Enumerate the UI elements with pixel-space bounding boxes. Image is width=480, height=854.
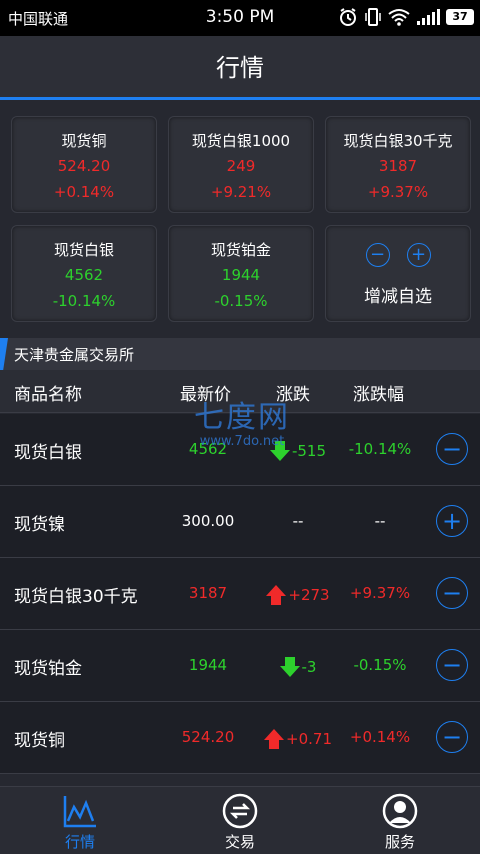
row-pct: -0.15%	[353, 656, 407, 674]
tab-service[interactable]: 服务	[320, 787, 480, 854]
table-row[interactable]: 现货铂金 1944 -3 -0.15% −	[0, 630, 480, 702]
exchange-name: 天津贵金属交易所	[14, 346, 135, 364]
row-change: -3	[262, 656, 334, 678]
card-pct: -0.15%	[214, 292, 268, 310]
row-name: 现货镍	[14, 515, 65, 535]
row-pct: -10.14%	[348, 440, 412, 458]
battery-icon: 37	[446, 9, 474, 25]
arrow-up-icon	[266, 585, 287, 605]
row-change: -515	[262, 440, 334, 462]
row-change-value: +273	[288, 586, 330, 604]
row-name: 现货铜	[14, 731, 65, 751]
row-price: 3187	[188, 584, 228, 602]
row-pct: +0.14%	[349, 728, 411, 746]
header-pct: 涨跌幅	[353, 385, 404, 405]
card-price: 4562	[64, 266, 104, 284]
remove-watch-button[interactable]: −	[436, 649, 468, 681]
quote-list: 现货白银 4562 -515 -10.14% − 现货镍 300.00 -- -…	[0, 414, 480, 774]
row-change-value: --	[292, 512, 304, 530]
status-bar: 中国联通 3:50 PM 37	[0, 0, 480, 36]
watch-card[interactable]: 现货白银1000 249 +9.21%	[168, 116, 314, 213]
user-service-icon	[382, 793, 418, 829]
exchange-icon	[222, 793, 258, 829]
tab-label: 服务	[384, 833, 415, 851]
row-change: +273	[262, 584, 334, 606]
vibrate-icon	[365, 8, 381, 26]
row-pct: --	[374, 512, 386, 530]
chart-icon	[63, 796, 96, 828]
title-underline	[0, 97, 480, 100]
table-row[interactable]: 现货白银 4562 -515 -10.14% −	[0, 414, 480, 486]
row-change-value: -3	[301, 658, 317, 676]
watch-card[interactable]: 现货白银30千克 3187 +9.37%	[325, 116, 471, 213]
card-name: 现货白银30千克	[343, 132, 453, 150]
tab-quotes[interactable]: 行情	[0, 787, 160, 854]
watch-card[interactable]: 现货铜 524.20 +0.14%	[11, 116, 157, 213]
remove-watch-button[interactable]: −	[436, 577, 468, 609]
title-bar: 行情	[0, 36, 480, 100]
row-price: 300.00	[181, 512, 235, 530]
header-name: 商品名称	[14, 385, 82, 405]
row-change-value: -515	[291, 442, 327, 460]
arrow-up-icon	[264, 729, 285, 749]
card-name: 现货白银1000	[191, 132, 291, 150]
row-name: 现货白银	[14, 443, 82, 463]
bottom-tab-bar: 行情 交易 服务	[0, 786, 480, 854]
row-change: --	[262, 512, 334, 530]
card-name: 现货白银	[53, 241, 114, 259]
table-row[interactable]: 现货白银30千克 3187 +273 +9.37% −	[0, 558, 480, 630]
card-price: 249	[226, 157, 256, 175]
row-name: 现货白银30千克	[14, 587, 138, 607]
arrow-down-icon	[279, 657, 300, 677]
remove-watch-button[interactable]: −	[436, 433, 468, 465]
card-pct: +0.14%	[53, 183, 115, 201]
row-pct: +9.37%	[349, 584, 411, 602]
add-watch-button[interactable]: +	[436, 505, 468, 537]
row-name: 现货铂金	[14, 659, 82, 679]
page-title: 行情	[216, 54, 264, 82]
edit-watchlist-controls: − +	[326, 243, 470, 267]
alarm-icon	[340, 8, 356, 26]
card-price: 3187	[378, 157, 418, 175]
watch-card[interactable]: 现货白银 4562 -10.14%	[11, 225, 157, 322]
row-change: +0.71	[262, 728, 334, 750]
header-change: 涨跌	[276, 385, 310, 405]
wifi-icon	[388, 9, 410, 26]
row-price: 1944	[188, 656, 228, 674]
tab-trade[interactable]: 交易	[160, 787, 320, 854]
card-price: 1944	[221, 266, 261, 284]
card-price: 524.20	[57, 157, 111, 175]
card-pct: +9.21%	[210, 183, 272, 201]
watch-card[interactable]: 现货铂金 1944 -0.15%	[168, 225, 314, 322]
card-pct: -10.14%	[52, 292, 116, 310]
section-accent	[0, 338, 8, 370]
arrow-down-icon	[269, 441, 290, 461]
header-price: 最新价	[180, 385, 231, 405]
card-pct: +9.37%	[367, 183, 429, 201]
table-row[interactable]: 现货铜 524.20 +0.71 +0.14% −	[0, 702, 480, 774]
row-change-value: +0.71	[286, 730, 332, 748]
row-price: 4562	[188, 440, 228, 458]
exchange-section-header: 天津贵金属交易所	[0, 338, 480, 370]
quote-table-header: 商品名称 最新价 涨跌 涨跌幅	[0, 370, 480, 413]
remove-watch-button[interactable]: −	[436, 721, 468, 753]
status-icons: 37	[338, 7, 474, 27]
card-name: 现货铂金	[210, 241, 271, 259]
edit-watchlist-card[interactable]: − + 增减自选	[325, 225, 471, 322]
tab-label: 行情	[64, 833, 95, 851]
row-price: 524.20	[181, 728, 235, 746]
signal-icon	[417, 9, 440, 25]
plus-circle-icon[interactable]: +	[406, 243, 431, 267]
minus-circle-icon[interactable]: −	[365, 243, 390, 267]
edit-watchlist-label: 增减自选	[364, 287, 432, 307]
table-row[interactable]: 现货镍 300.00 -- -- +	[0, 486, 480, 558]
card-name: 现货铜	[61, 132, 107, 150]
watchlist-cards: 现货铜 524.20 +0.14% 现货白银1000 249 +9.21% 现货…	[0, 103, 480, 337]
tab-label: 交易	[224, 833, 255, 851]
